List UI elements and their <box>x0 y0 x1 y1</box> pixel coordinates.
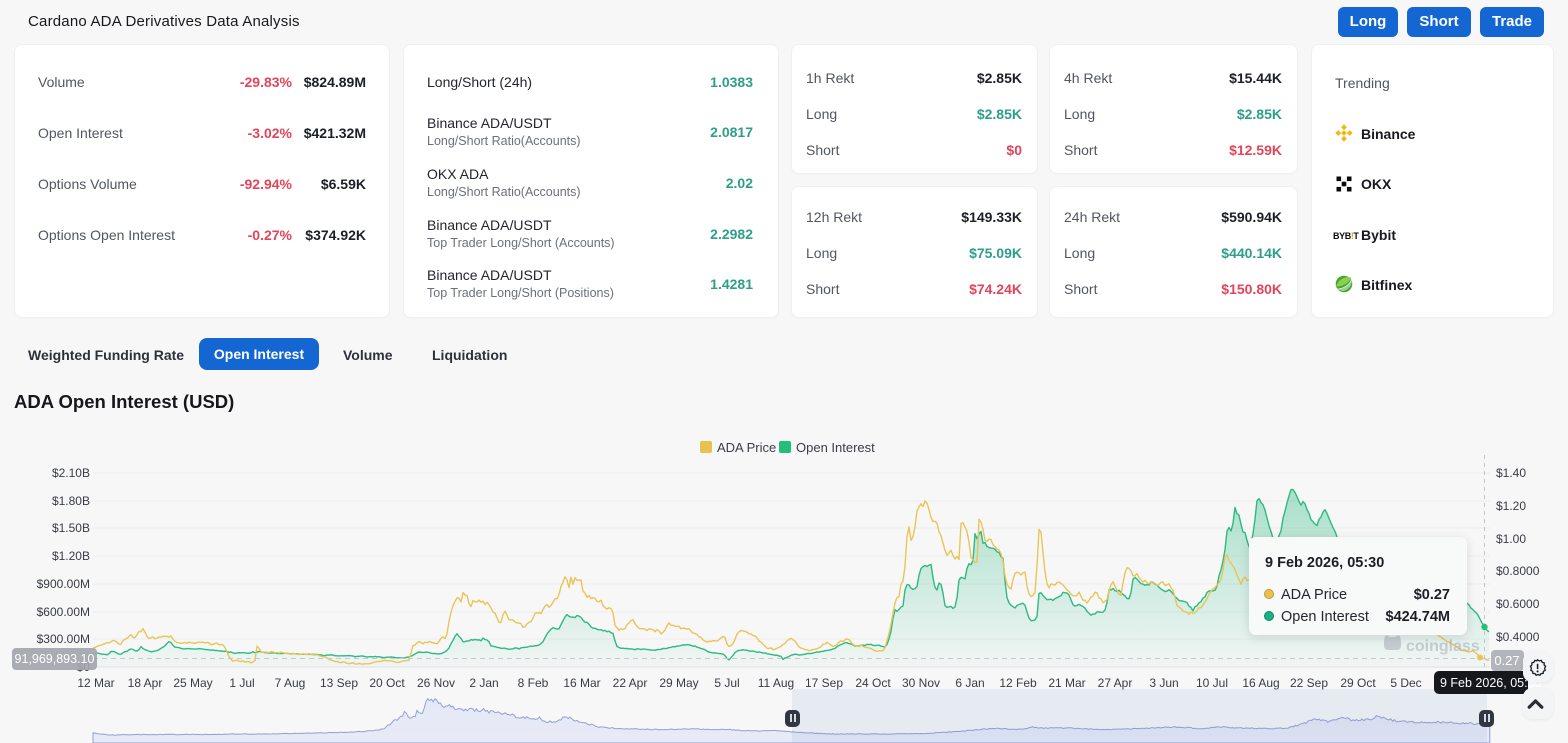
svg-text:25 May: 25 May <box>173 676 212 690</box>
svg-text:21 Mar: 21 Mar <box>1048 676 1085 690</box>
svg-text:2 Jan: 2 Jan <box>469 676 498 690</box>
svg-text:17 Sep: 17 Sep <box>805 676 843 690</box>
svg-text:3 Jun: 3 Jun <box>1149 676 1178 690</box>
svg-text:10 Jul: 10 Jul <box>1196 676 1228 690</box>
svg-text:$1.20B: $1.20B <box>52 549 90 563</box>
svg-text:8 Feb: 8 Feb <box>518 676 549 690</box>
svg-text:12 Feb: 12 Feb <box>999 676 1037 690</box>
svg-text:18 Apr: 18 Apr <box>128 676 163 690</box>
svg-text:$1.80B: $1.80B <box>52 494 90 508</box>
svg-text:1 Jul: 1 Jul <box>229 676 254 690</box>
svg-text:27 Apr: 27 Apr <box>1098 676 1133 690</box>
svg-text:$1.00: $1.00 <box>1496 532 1526 546</box>
svg-text:$0.8000: $0.8000 <box>1496 564 1540 578</box>
svg-text:$300.00M: $300.00M <box>37 632 90 646</box>
svg-text:5 Dec: 5 Dec <box>1390 676 1421 690</box>
svg-text:16 Aug: 16 Aug <box>1242 676 1279 690</box>
svg-text:16 Mar: 16 Mar <box>563 676 600 690</box>
svg-text:$1.50B: $1.50B <box>52 521 90 535</box>
svg-text:coinglass: coinglass <box>1406 638 1480 655</box>
svg-text:$600.00M: $600.00M <box>37 605 90 619</box>
svg-text:$0.4000: $0.4000 <box>1496 630 1540 644</box>
svg-text:22 Sep: 22 Sep <box>1290 676 1328 690</box>
svg-text:91,969,893.10: 91,969,893.10 <box>15 652 95 666</box>
svg-text:$1.40: $1.40 <box>1496 466 1526 480</box>
svg-text:$0.6000: $0.6000 <box>1496 597 1540 611</box>
svg-text:29 Oct: 29 Oct <box>1340 676 1376 690</box>
svg-text:0.27: 0.27 <box>1494 653 1519 668</box>
svg-text:29 May: 29 May <box>659 676 698 690</box>
svg-text:30 Nov: 30 Nov <box>902 676 940 690</box>
svg-text:$2.10B: $2.10B <box>52 466 90 480</box>
svg-text:$1.20: $1.20 <box>1496 499 1526 513</box>
svg-text:12 Mar: 12 Mar <box>77 676 114 690</box>
svg-text:22 Apr: 22 Apr <box>613 676 648 690</box>
svg-text:26 Nov: 26 Nov <box>417 676 455 690</box>
svg-text:$900.00M: $900.00M <box>37 577 90 591</box>
svg-text:11 Aug: 11 Aug <box>758 676 794 690</box>
svg-text:13 Sep: 13 Sep <box>320 676 358 690</box>
svg-text:5 Jul: 5 Jul <box>714 676 739 690</box>
svg-text:6 Jan: 6 Jan <box>955 676 984 690</box>
svg-text:20 Oct: 20 Oct <box>369 676 405 690</box>
svg-text:7 Aug: 7 Aug <box>275 676 306 690</box>
svg-text:24 Oct: 24 Oct <box>855 676 891 690</box>
